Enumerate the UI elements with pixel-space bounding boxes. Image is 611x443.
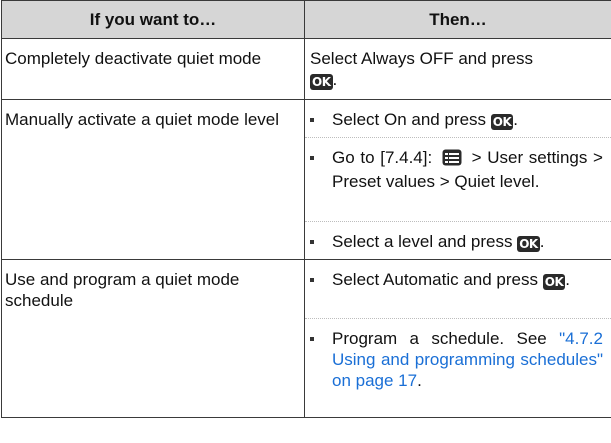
ok-button-icon: OK [310,74,333,90]
ok-button-icon: OK [542,274,566,290]
want-text-manual: Manually activate a quiet mode level [5,110,280,129]
ok-button-icon: OK [490,114,514,130]
step-text: Select a level and press [332,232,513,251]
list-item: Program a schedule. See "4.7.2 Using and… [305,318,611,417]
step-period: . [417,371,422,390]
table-row: Use and program a quiet mode schedule Se… [1,259,611,418]
table-row: Completely deactivate quiet mode Select … [1,38,611,100]
bullet-icon [310,156,314,160]
table-header-row: If you want to… Then… [1,0,611,39]
bullet-icon [310,240,314,244]
cell-then: Select Always OFF and press OK. [304,38,611,100]
cell-then: Select On and press OK. Go to [7.4.4]: >… [304,99,611,260]
list-item: Select On and press OK. [305,100,611,137]
then-text-deactivate: Select Always OFF and press OK. [305,39,611,92]
step-list: Select On and press OK. Go to [7.4.4]: >… [305,100,611,259]
ok-button-icon: OK [517,236,540,252]
step-period: . [539,232,545,251]
step-text: Select Automatic and press [332,270,539,289]
step-period: . [565,270,570,289]
list-item: Select a level and press OK. [305,221,611,259]
step-prefix: Go to [7.4.4]: [332,148,433,167]
step-text: Select On and press [332,110,487,129]
want-text-schedule: Use and program a quiet mode schedule [5,270,240,310]
cell-then: Select Automatic and press OK. Program a… [304,259,611,418]
menu-icon [442,149,462,171]
header-if-you-want-to: If you want to… [1,0,305,39]
bullet-icon [310,337,314,341]
list-item: Go to [7.4.4]: > User settings > Preset … [305,137,611,221]
want-text-deactivate: Completely deactivate quiet mode [5,49,262,68]
step-period: . [332,70,338,89]
table-row: Manually activate a quiet mode level Sel… [1,99,611,260]
bullet-icon [310,118,314,122]
step-list: Select Automatic and press OK. Program a… [305,260,611,417]
instruction-table: If you want to… Then… Completely deactiv… [1,0,611,418]
list-item: Select Automatic and press OK. [305,260,611,318]
cell-want: Manually activate a quiet mode level [1,99,305,260]
header-then: Then… [304,0,611,39]
step-text: Program a schedule. See [332,329,547,348]
cell-want: Completely deactivate quiet mode [1,38,305,100]
cell-want: Use and program a quiet mode schedule [1,259,305,418]
step-text: Select Always OFF and press [310,49,533,68]
bullet-icon [310,278,314,282]
step-period: . [513,110,518,129]
